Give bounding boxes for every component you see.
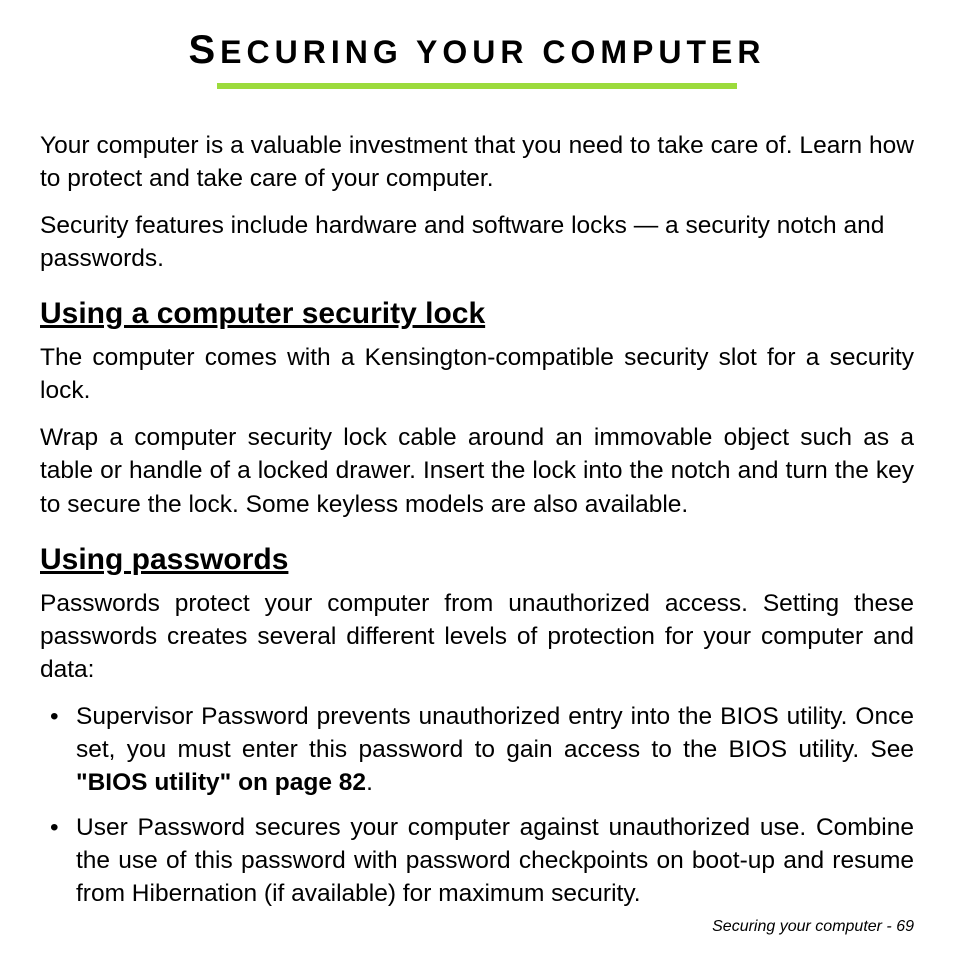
bullet-1-pre: Supervisor Password prevents unauthorize… — [76, 703, 914, 763]
bios-utility-link[interactable]: "BIOS utility" on page 82 — [76, 769, 366, 796]
page-number: 69 — [896, 918, 914, 935]
intro-paragraph-2: Security features include hardware and s… — [40, 209, 914, 275]
title-rest-1: ECURING — [220, 34, 403, 70]
section1-paragraph-2: Wrap a computer security lock cable arou… — [40, 421, 914, 520]
title-cap-s: S — [188, 28, 220, 72]
title-rest-2: YOUR COMPUTER — [403, 34, 766, 70]
page-title: SECURING YOUR COMPUTER — [188, 28, 765, 73]
section1-paragraph-1: The computer comes with a Kensington-com… — [40, 341, 914, 407]
page-title-block: SECURING YOUR COMPUTER — [40, 28, 914, 89]
section-heading-security-lock: Using a computer security lock — [40, 297, 914, 331]
intro-paragraph-1: Your computer is a valuable investment t… — [40, 129, 914, 195]
title-underline — [217, 83, 737, 89]
list-item: User Password secures your computer agai… — [40, 811, 914, 910]
bullet-1-post: . — [366, 769, 373, 796]
list-item: Supervisor Password prevents unauthorize… — [40, 700, 914, 799]
section-heading-passwords: Using passwords — [40, 543, 914, 577]
footer-text: Securing your computer - — [712, 918, 896, 935]
page-footer: Securing your computer - 69 — [712, 918, 914, 936]
password-bullet-list: Supervisor Password prevents unauthorize… — [40, 700, 914, 910]
section2-paragraph-1: Passwords protect your computer from una… — [40, 587, 914, 686]
